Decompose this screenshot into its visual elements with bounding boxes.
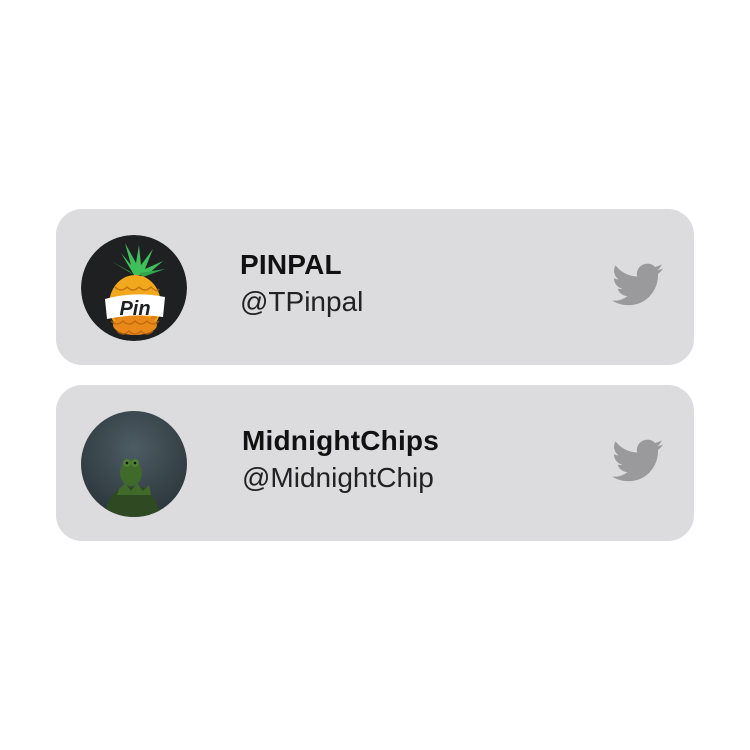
pinpal-logo-text: Pin — [119, 298, 150, 320]
pinpal-avatar[interactable]: Pin — [81, 235, 187, 341]
account-handle: @TPinpal — [240, 286, 364, 317]
display-name: PINPAL — [240, 249, 342, 280]
account-names: PINPAL @TPinpal — [240, 249, 363, 319]
display-name: MidnightChips — [242, 425, 440, 456]
midnightchips-avatar[interactable] — [81, 411, 187, 517]
kermit-frog-photo-icon — [81, 411, 187, 517]
account-names: MidnightChips @MidnightChip — [242, 425, 439, 495]
pineapple-logo-icon: Pin — [81, 235, 187, 341]
account-handle: @MidnightChip — [242, 462, 434, 493]
account-card-pinpal[interactable]: Pin PINPAL @TPinpal — [56, 209, 694, 365]
account-card-midnightchips[interactable]: MidnightChips @MidnightChip — [56, 385, 694, 541]
twitter-bird-icon[interactable] — [612, 439, 664, 483]
twitter-bird-icon[interactable] — [612, 263, 664, 307]
